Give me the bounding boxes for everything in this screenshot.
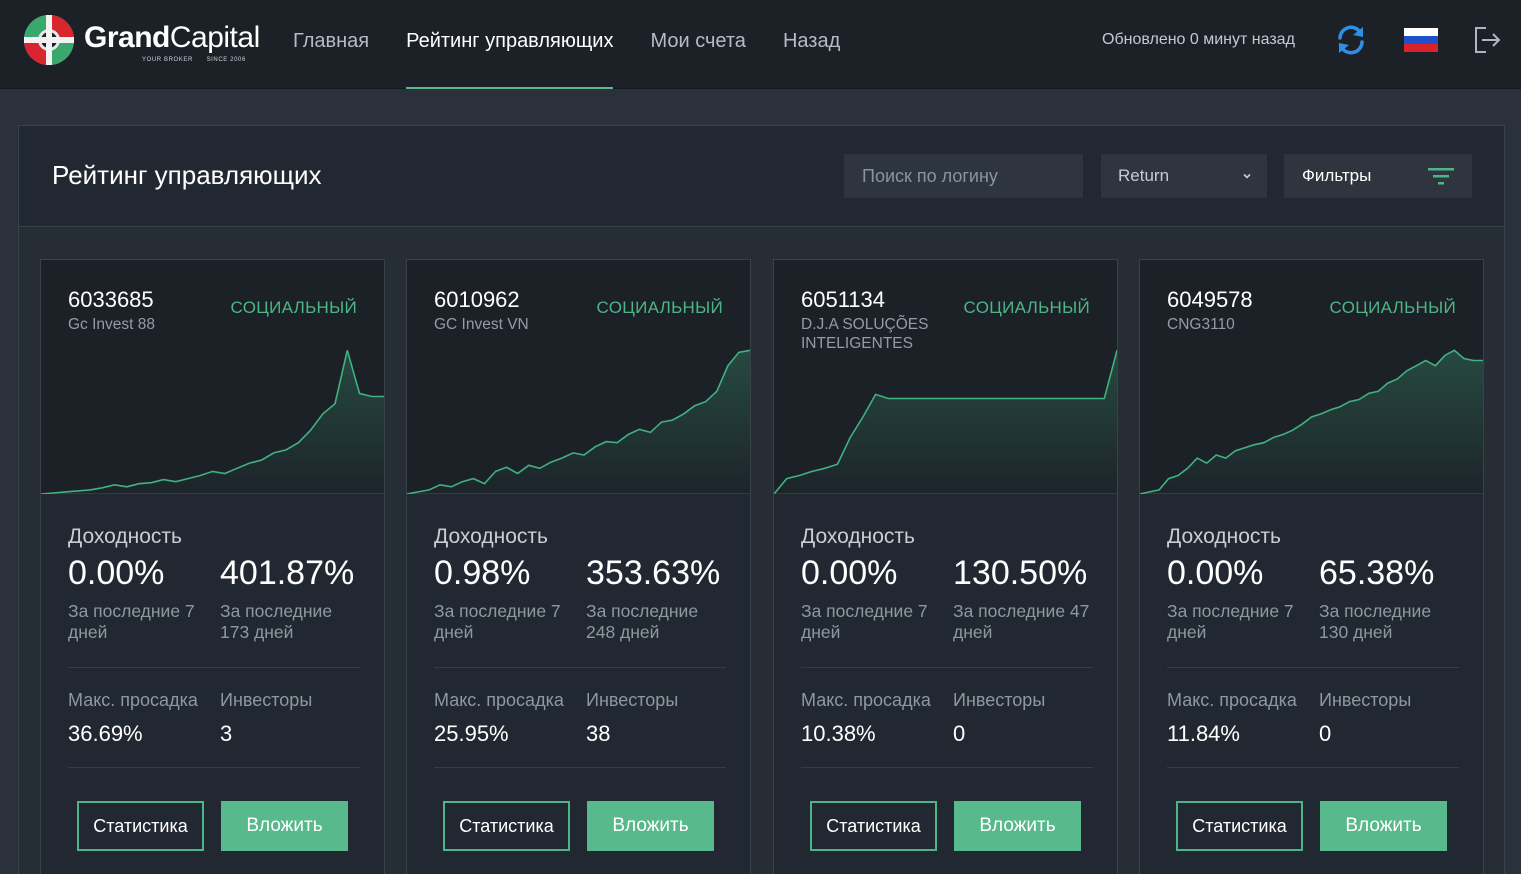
account-login: 6010962 <box>434 287 520 312</box>
max-drawdown-value: 25.95% <box>434 721 509 746</box>
account-name: Gc Invest 88 <box>68 316 156 333</box>
statistics-button[interactable]: Статистика <box>810 801 937 851</box>
return-7d-caption: За последние 7 дней <box>68 601 195 642</box>
manager-card: 6033685 Gc Invest 88 СОЦИАЛЬНЫЙ Доходнос… <box>40 259 385 874</box>
account-name: D.J.A SOLUÇÕES INTELIGENTES <box>801 316 929 352</box>
filters-button[interactable]: Фильтры <box>1284 154 1472 198</box>
main-nav: Главная Рейтинг управляющих Мои счета На… <box>293 0 877 89</box>
account-type-tag: СОЦИАЛЬНЫЙ <box>596 298 723 317</box>
equity-area <box>1140 350 1483 494</box>
divider <box>1167 667 1459 668</box>
statistics-button[interactable]: Статистика <box>77 801 204 851</box>
return-section-title: Доходность <box>434 525 548 548</box>
updated-status: Обновлено 0 минут назад <box>1102 31 1295 48</box>
divider <box>1167 767 1459 768</box>
account-type-tag: СОЦИАЛЬНЫЙ <box>230 298 357 317</box>
logo-wordmark: GrandCapital <box>84 21 260 54</box>
filters-label: Фильтры <box>1302 166 1372 185</box>
equity-area <box>41 350 384 494</box>
max-drawdown-label: Макс. просадка <box>434 690 564 710</box>
account-login: 6049578 <box>1167 287 1253 312</box>
refresh-icon[interactable] <box>1333 22 1369 58</box>
investors-value: 3 <box>220 721 233 746</box>
return-7d-caption: За последние 7 дней <box>434 601 561 642</box>
nav-home[interactable]: Главная <box>293 0 369 89</box>
return-total-value: 65.38% <box>1319 554 1435 592</box>
rating-header-panel: Рейтинг управляющих Return Фильтры <box>18 125 1505 227</box>
return-7d-value: 0.00% <box>801 554 898 592</box>
divider <box>68 667 360 668</box>
account-name: CNG3110 <box>1167 316 1235 333</box>
top-bar: GrandCapital YOUR BROKER SINCE 2006 Глав… <box>0 0 1521 89</box>
investors-value: 0 <box>953 721 966 746</box>
return-7d-caption: За последние 7 дней <box>801 601 928 642</box>
statistics-button[interactable]: Статистика <box>1176 801 1303 851</box>
logout-icon[interactable] <box>1472 24 1502 56</box>
invest-button[interactable]: Вложить <box>1320 801 1447 851</box>
nav-back[interactable]: Назад <box>783 0 840 89</box>
investors-label: Инвесторы <box>953 690 1046 710</box>
return-total-caption: За последние 248 дней <box>586 601 699 642</box>
manager-card: 6010962 GC Invest VN СОЦИАЛЬНЫЙ Доходнос… <box>406 259 751 874</box>
return-7d-value: 0.00% <box>1167 554 1264 592</box>
invest-button[interactable]: Вложить <box>221 801 348 851</box>
manager-card: 6049578 CNG3110 СОЦИАЛЬНЫЙ Доходность 0.… <box>1139 259 1484 874</box>
sort-select[interactable]: Return <box>1101 154 1267 198</box>
chevron-down-icon <box>1243 173 1251 179</box>
filter-icon <box>1428 168 1454 185</box>
account-type-tag: СОЦИАЛЬНЫЙ <box>963 298 1090 317</box>
account-login: 6051134 <box>801 287 886 312</box>
account-name: GC Invest VN <box>434 316 529 333</box>
return-section-title: Доходность <box>68 525 182 548</box>
max-drawdown-value: 11.84% <box>1167 721 1240 746</box>
return-total-caption: За последние 130 дней <box>1319 601 1432 642</box>
max-drawdown-value: 10.38% <box>801 721 876 746</box>
nav-my-accounts[interactable]: Мои счета <box>650 0 745 89</box>
investors-label: Инвесторы <box>1319 690 1412 710</box>
invest-button[interactable]: Вложить <box>587 801 714 851</box>
return-total-caption: За последние 47 дней <box>953 601 1090 642</box>
russia-flag-icon[interactable] <box>1404 28 1438 52</box>
account-login: 6033685 <box>68 287 154 312</box>
page-title: Рейтинг управляющих <box>52 160 322 190</box>
divider <box>434 667 726 668</box>
return-total-value: 401.87% <box>220 554 355 592</box>
investors-value: 0 <box>1319 721 1332 746</box>
max-drawdown-label: Макс. просадка <box>68 690 198 710</box>
grandcapital-logo[interactable]: GrandCapital YOUR BROKER SINCE 2006 <box>22 13 262 67</box>
return-7d-value: 0.98% <box>434 554 531 592</box>
equity-area <box>774 350 1117 494</box>
return-7d-caption: За последние 7 дней <box>1167 601 1294 642</box>
divider <box>68 767 360 768</box>
divider <box>801 767 1093 768</box>
return-total-value: 130.50% <box>953 554 1088 592</box>
nav-manager-rating[interactable]: Рейтинг управляющих <box>406 0 614 89</box>
account-type-tag: СОЦИАЛЬНЫЙ <box>1329 298 1456 317</box>
max-drawdown-label: Макс. просадка <box>1167 690 1297 710</box>
return-total-caption: За последние 173 дней <box>220 601 333 642</box>
investors-value: 38 <box>586 721 611 746</box>
invest-button[interactable]: Вложить <box>954 801 1081 851</box>
return-section-title: Доходность <box>801 525 915 548</box>
investors-label: Инвесторы <box>586 690 679 710</box>
logo-tagline: YOUR BROKER SINCE 2006 <box>142 57 246 63</box>
statistics-button[interactable]: Статистика <box>443 801 570 851</box>
divider <box>434 767 726 768</box>
login-search-input[interactable] <box>844 154 1083 198</box>
manager-card: 6051134 D.J.A SOLUÇÕES INTELIGENTES СОЦИ… <box>773 259 1118 874</box>
equity-area <box>407 350 750 494</box>
max-drawdown-value: 36.69% <box>68 721 143 746</box>
max-drawdown-label: Макс. просадка <box>801 690 931 710</box>
investors-label: Инвесторы <box>220 690 313 710</box>
divider <box>801 667 1093 668</box>
return-section-title: Доходность <box>1167 525 1281 548</box>
return-total-value: 353.63% <box>586 554 721 592</box>
return-7d-value: 0.00% <box>68 554 165 592</box>
logo-mark-icon <box>24 15 74 65</box>
sort-select-value: Return <box>1118 166 1170 185</box>
